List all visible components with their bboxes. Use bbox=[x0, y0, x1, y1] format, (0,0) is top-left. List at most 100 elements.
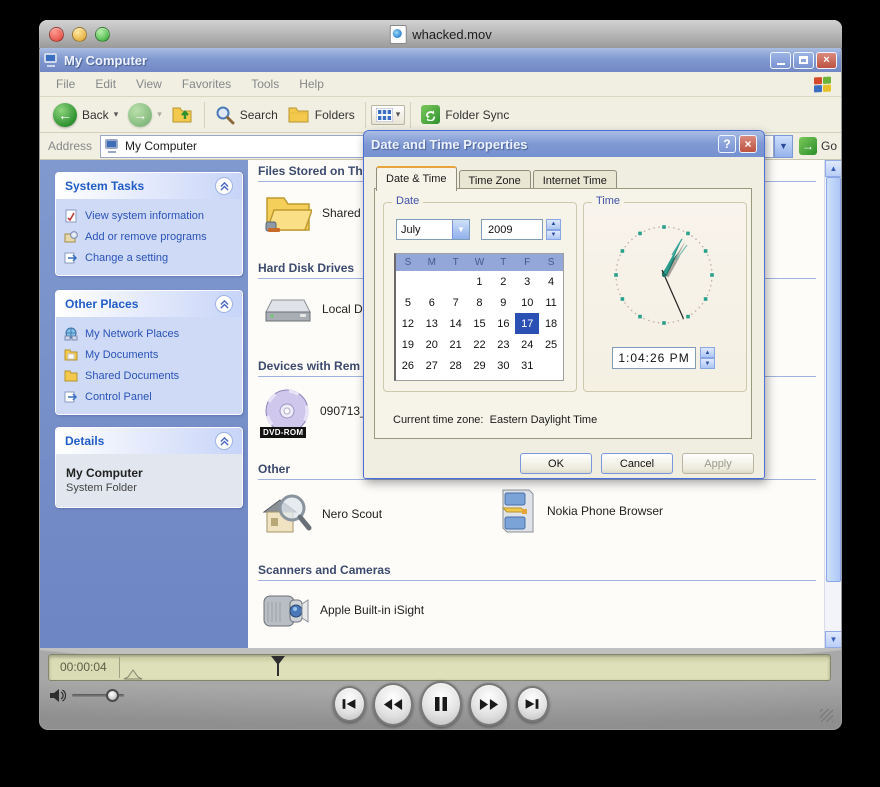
calendar-day[interactable]: 13 bbox=[420, 313, 444, 334]
cancel-button[interactable]: Cancel bbox=[601, 453, 673, 474]
calendar-day[interactable]: 10 bbox=[515, 292, 539, 313]
calendar-day[interactable]: 31 bbox=[515, 355, 539, 376]
ok-button[interactable]: OK bbox=[520, 453, 592, 474]
dvd-drive-item[interactable]: DVD-ROM 090713_ bbox=[264, 388, 367, 434]
calendar-day[interactable]: 7 bbox=[444, 292, 468, 313]
maximize-button[interactable] bbox=[793, 52, 814, 69]
menu-help[interactable]: Help bbox=[289, 77, 334, 91]
views-button[interactable]: ▾ bbox=[371, 105, 406, 125]
calendar-day[interactable] bbox=[420, 271, 444, 292]
pause-button[interactable] bbox=[420, 681, 462, 727]
time-down-button[interactable]: ▼ bbox=[700, 358, 715, 369]
sidebar-item-change-a-setting[interactable]: Change a setting bbox=[64, 247, 236, 268]
folder-sync-button[interactable]: Folder Sync bbox=[416, 102, 514, 127]
menu-file[interactable]: File bbox=[46, 77, 85, 91]
calendar-day[interactable]: 18 bbox=[539, 313, 563, 334]
menu-view[interactable]: View bbox=[126, 77, 172, 91]
time-input[interactable]: 1:04:26 PM bbox=[612, 347, 696, 369]
search-button[interactable]: Search bbox=[210, 102, 283, 128]
folders-button[interactable]: Folders bbox=[283, 103, 360, 127]
dialog-titlebar[interactable]: Date and Time Properties ? × bbox=[364, 131, 764, 157]
calendar-day[interactable]: 12 bbox=[396, 313, 420, 334]
collapse-chevron-icon[interactable] bbox=[215, 295, 233, 313]
calendar-day[interactable]: 3 bbox=[515, 271, 539, 292]
skip-to-end-button[interactable] bbox=[516, 686, 549, 722]
calendar-day[interactable]: 16 bbox=[491, 313, 515, 334]
calendar-day[interactable] bbox=[539, 355, 563, 376]
scroll-up-button[interactable]: ▲ bbox=[825, 160, 841, 177]
calendar-day[interactable]: 6 bbox=[420, 292, 444, 313]
calendar-day[interactable]: 15 bbox=[468, 313, 492, 334]
sidebar-item-shared-documents[interactable]: Shared Documents bbox=[64, 365, 236, 386]
minimize-button[interactable] bbox=[770, 52, 791, 69]
calendar-day[interactable]: 4 bbox=[539, 271, 563, 292]
local-disk-item[interactable]: Local Dis bbox=[264, 292, 371, 326]
menu-edit[interactable]: Edit bbox=[85, 77, 126, 91]
close-button[interactable]: × bbox=[816, 52, 837, 69]
address-dropdown-button[interactable]: ▼ bbox=[774, 135, 793, 158]
calendar-day-selected[interactable]: 17 bbox=[515, 313, 539, 334]
fast-forward-button[interactable] bbox=[469, 683, 509, 726]
volume-slider[interactable] bbox=[72, 694, 124, 697]
calendar-day[interactable]: 5 bbox=[396, 292, 420, 313]
calendar-day[interactable]: 2 bbox=[491, 271, 515, 292]
system-tasks-header[interactable]: System Tasks bbox=[56, 173, 242, 199]
calendar-day[interactable] bbox=[444, 271, 468, 292]
scroll-down-button[interactable]: ▼ bbox=[825, 631, 841, 648]
calendar-day[interactable]: 8 bbox=[468, 292, 492, 313]
sidebar-item-my-documents[interactable]: My Documents bbox=[64, 344, 236, 365]
menu-favorites[interactable]: Favorites bbox=[172, 77, 241, 91]
close-traffic-button[interactable] bbox=[49, 27, 64, 42]
calendar-day[interactable]: 29 bbox=[468, 355, 492, 376]
forward-button[interactable]: → ▾ bbox=[123, 100, 167, 130]
calendar-day[interactable]: 14 bbox=[444, 313, 468, 334]
collapse-chevron-icon[interactable] bbox=[215, 177, 233, 195]
go-button[interactable]: → Go bbox=[799, 137, 837, 155]
dialog-close-button[interactable]: × bbox=[739, 135, 757, 153]
zoom-traffic-button[interactable] bbox=[95, 27, 110, 42]
shared-documents-item[interactable]: Shared D bbox=[264, 192, 373, 234]
calendar-day[interactable]: 25 bbox=[539, 334, 563, 355]
calendar-day[interactable]: 20 bbox=[420, 334, 444, 355]
up-button[interactable] bbox=[167, 102, 199, 128]
quicktime-titlebar[interactable]: whacked.mov bbox=[39, 20, 842, 49]
timeline[interactable]: 00:00:04 bbox=[48, 654, 831, 681]
back-button[interactable]: ← Back ▾ bbox=[48, 100, 123, 130]
isight-item[interactable]: Apple Built-in iSight bbox=[262, 590, 424, 630]
nokia-phone-browser-item[interactable]: Nokia Phone Browser bbox=[495, 486, 663, 536]
calendar-day[interactable]: 28 bbox=[444, 355, 468, 376]
calendar-day[interactable]: 22 bbox=[468, 334, 492, 355]
sidebar-item-view-system-information[interactable]: View system information bbox=[64, 205, 236, 226]
skip-to-start-button[interactable] bbox=[333, 686, 366, 722]
calendar-day[interactable] bbox=[396, 271, 420, 292]
nero-scout-item[interactable]: Nero Scout bbox=[260, 490, 382, 538]
vertical-scrollbar[interactable]: ▲ ▼ bbox=[824, 160, 841, 648]
tab-date-time[interactable]: Date & Time bbox=[376, 166, 457, 191]
year-up-button[interactable]: ▲ bbox=[546, 219, 561, 230]
resize-grip[interactable] bbox=[820, 709, 833, 722]
calendar-day[interactable]: 30 bbox=[491, 355, 515, 376]
selection-start-marker[interactable] bbox=[123, 669, 143, 680]
time-up-button[interactable]: ▲ bbox=[700, 347, 715, 358]
details-header[interactable]: Details bbox=[56, 428, 242, 454]
sidebar-item-control-panel[interactable]: Control Panel bbox=[64, 386, 236, 407]
xp-titlebar[interactable]: My Computer × bbox=[40, 48, 841, 72]
calendar-day[interactable]: 19 bbox=[396, 334, 420, 355]
rewind-button[interactable] bbox=[373, 683, 413, 726]
calendar-day[interactable]: 11 bbox=[539, 292, 563, 313]
sidebar-item-add-remove-programs[interactable]: Add or remove programs bbox=[64, 226, 236, 247]
menu-tools[interactable]: Tools bbox=[241, 77, 289, 91]
timeline-track[interactable] bbox=[119, 657, 827, 678]
calendar-day[interactable]: 1 bbox=[468, 271, 492, 292]
calendar-day[interactable]: 21 bbox=[444, 334, 468, 355]
other-places-header[interactable]: Other Places bbox=[56, 291, 242, 317]
playhead-marker[interactable] bbox=[271, 656, 285, 665]
volume-knob[interactable] bbox=[106, 689, 119, 702]
year-input[interactable]: 2009 bbox=[481, 219, 543, 240]
calendar-day[interactable]: 26 bbox=[396, 355, 420, 376]
month-select[interactable]: July ▼ bbox=[396, 219, 470, 240]
sidebar-item-my-network-places[interactable]: My Network Places bbox=[64, 323, 236, 344]
minimize-traffic-button[interactable] bbox=[72, 27, 87, 42]
scroll-thumb[interactable] bbox=[826, 177, 841, 582]
calendar-day[interactable]: 9 bbox=[491, 292, 515, 313]
